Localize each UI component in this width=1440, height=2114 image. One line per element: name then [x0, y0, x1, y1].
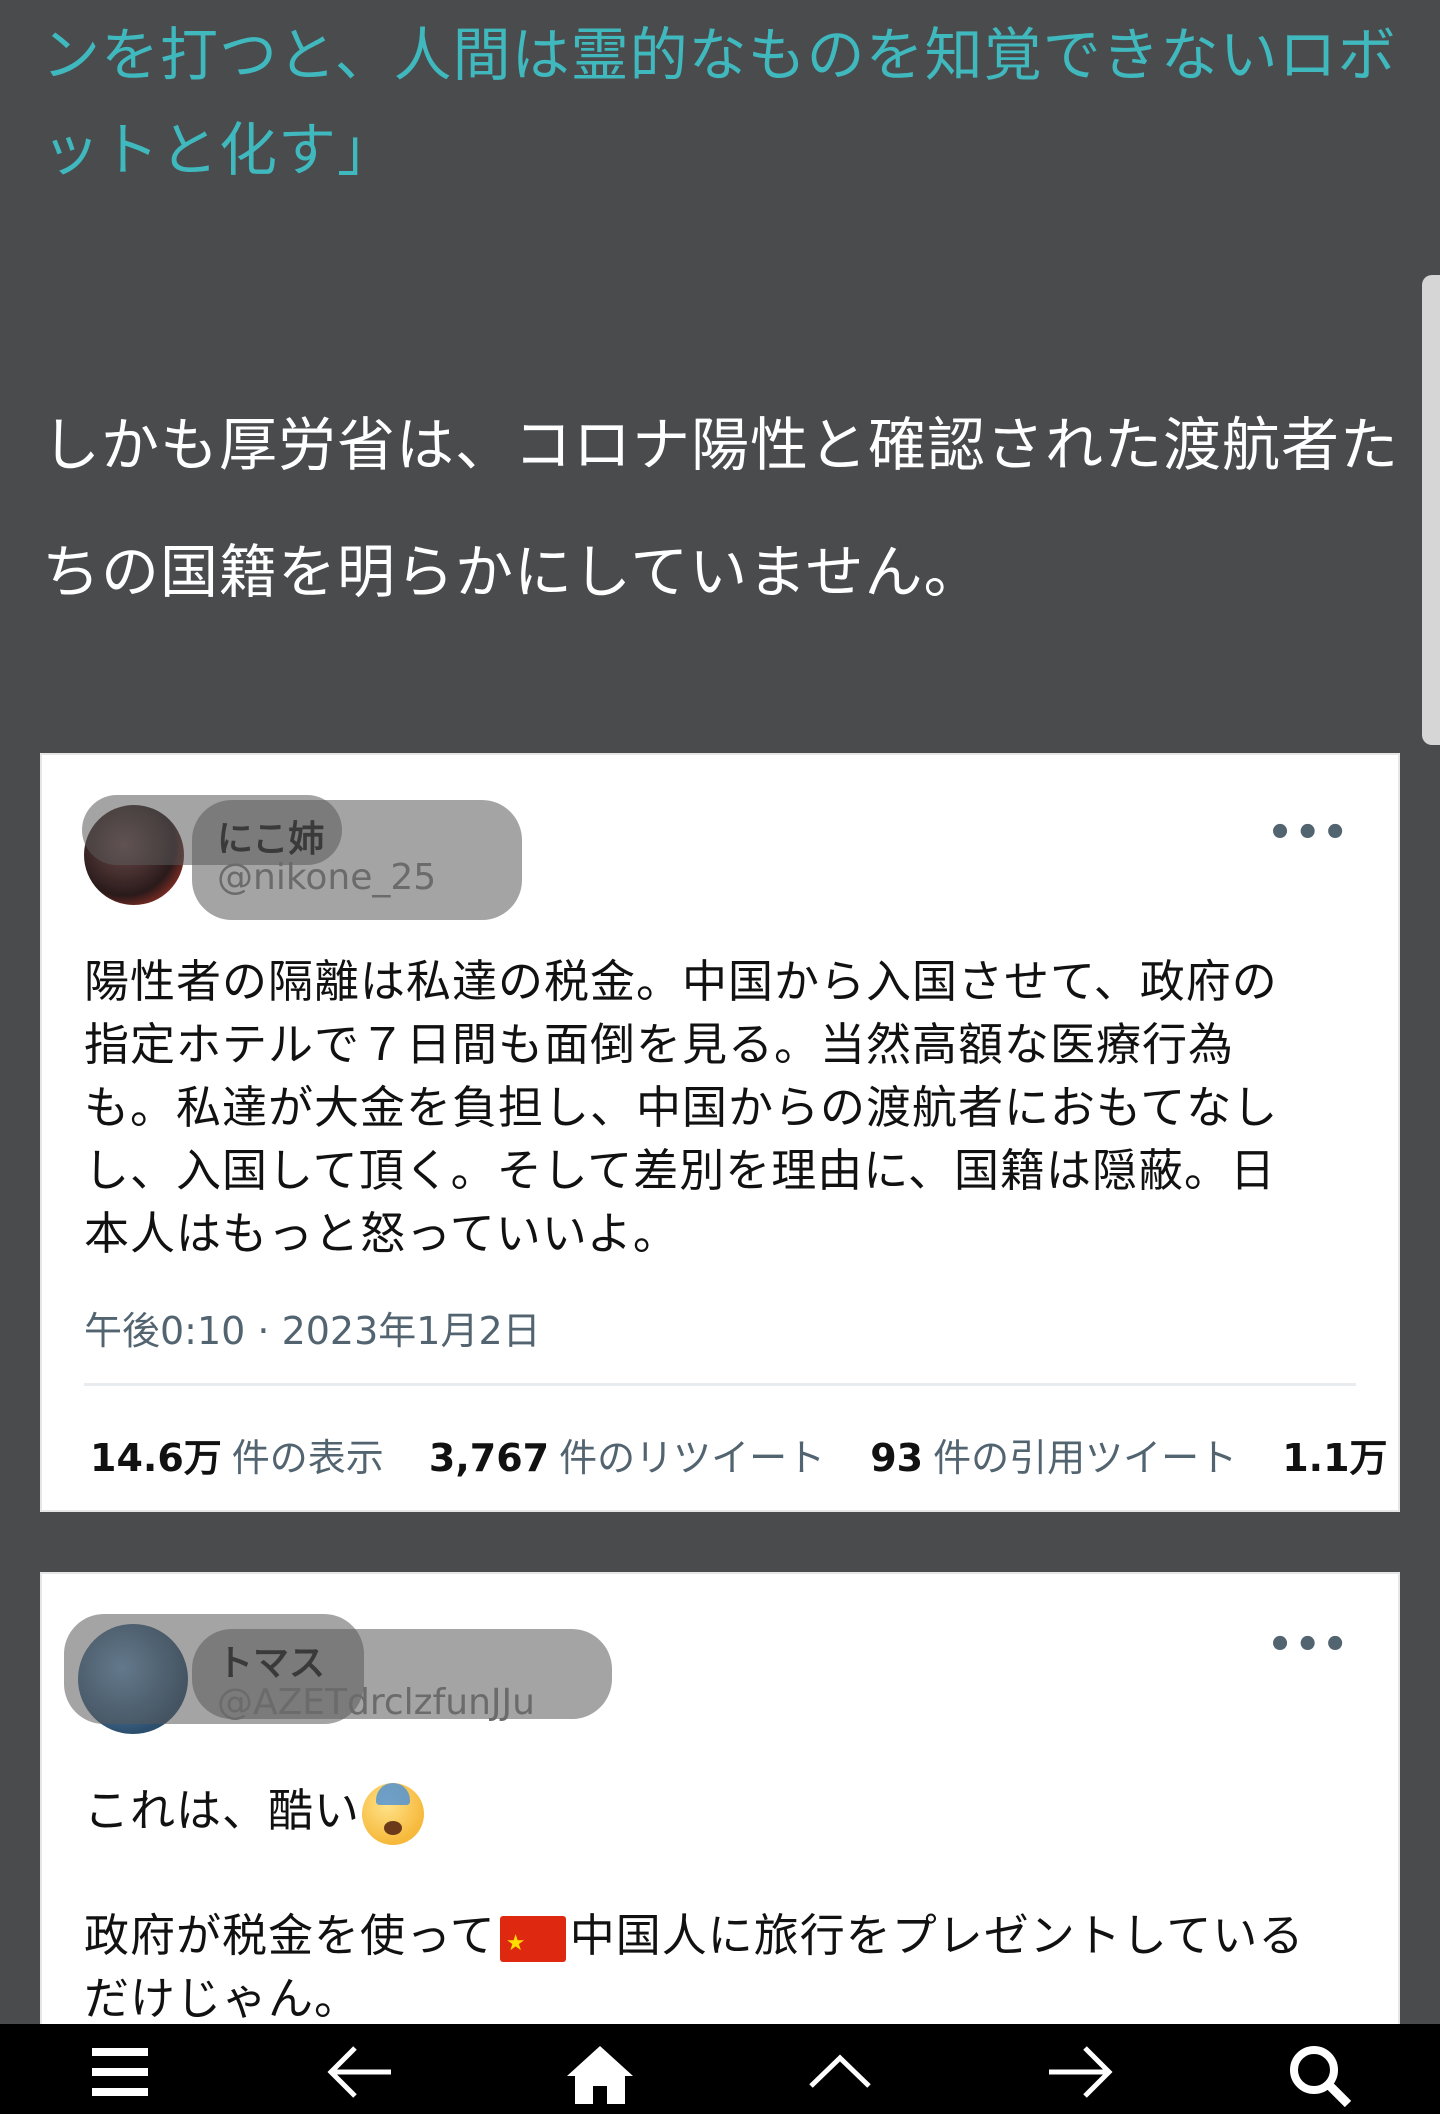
user-name[interactable]: トマス: [217, 1634, 325, 1686]
scroll-top-icon: [809, 2054, 871, 2088]
tweet-text-segment: 中国人に旅行をプレゼントしている: [569, 1909, 1305, 1962]
user-name[interactable]: にこ姉: [217, 810, 324, 862]
quote-line-1: ンを打つと、人間は霊的なものを知覚できないロボ: [42, 21, 1397, 89]
tweet-text-line: も。私達が大金を負担し、中国からの渡航者におもてなし: [84, 1081, 1279, 1134]
tweet-text-line: 指定ホテルで７日間も面倒を見る。当然高額な医療行為: [84, 1018, 1235, 1071]
search-button[interactable]: [1260, 2024, 1380, 2114]
menu-icon: [92, 2048, 148, 2096]
tweet-text-line: これは、酷い: [84, 1779, 425, 1845]
tweet-text-line: 本人はもっと怒っていいよ。: [84, 1207, 679, 1260]
retweets-stat[interactable]: 3,767 件のリツイート: [429, 1427, 825, 1482]
embedded-tweet[interactable]: にこ姉 @nikone_25 ••• 陽性者の隔離は私達の税金。中国から入国させ…: [40, 753, 1400, 1512]
search-icon: [1290, 2046, 1352, 2108]
divider: [84, 1383, 1356, 1386]
views-stat[interactable]: 14.6万 件の表示: [90, 1427, 384, 1482]
tweet-text-segment: 政府が税金を使って: [84, 1909, 496, 1962]
home-icon: [567, 2046, 633, 2104]
forward-arrow-icon: [1049, 2046, 1113, 2098]
bottom-navigation-bar: [0, 2024, 1440, 2114]
quote-line-2: ットと化す」: [42, 116, 397, 184]
home-button[interactable]: [540, 2024, 660, 2114]
quote-tweets-stat[interactable]: 93 件の引用ツイート: [870, 1427, 1237, 1482]
scrollbar[interactable]: [1422, 275, 1440, 745]
tweet-text-line: し、入国して頂く。そして差別を理由に、国籍は隠蔽。日: [84, 1144, 1276, 1197]
tweet-text-line: 政府が税金を使って 中国人に旅行をプレゼントしている: [84, 1904, 1305, 1975]
tweet-text-line: だけじゃん。: [84, 1972, 361, 2025]
back-arrow-icon: [327, 2046, 391, 2098]
body-line-2: ちの国籍を明らかにしていません。: [42, 538, 983, 606]
body-line-1: しかも厚労省は、コロナ陽性と確認された渡航者た: [42, 411, 1400, 479]
more-options-icon[interactable]: •••: [1267, 1622, 1350, 1668]
likes-stat[interactable]: 1.1万件: [1282, 1427, 1390, 1482]
user-handle[interactable]: @nikone_25: [217, 857, 436, 898]
scroll-top-button[interactable]: [780, 2024, 900, 2114]
user-handle[interactable]: @AZETdrclzfunJJu: [217, 1682, 535, 1723]
more-options-icon[interactable]: •••: [1267, 810, 1350, 856]
tweet-timestamp[interactable]: 午後0:10 · 2023年1月2日: [84, 1300, 541, 1355]
china-flag-icon: [499, 1912, 566, 1975]
tweet-text-line: 陽性者の隔離は私達の税金。中国から入国させて、政府の: [84, 955, 1278, 1008]
menu-button[interactable]: [60, 2024, 180, 2114]
back-button[interactable]: [300, 2024, 420, 2114]
anxious-face-emoji-icon: [362, 1783, 425, 1845]
tweet-stats: 14.6万件の表示 3,767件のリツイート 93件の引用ツイート 1.1万件: [90, 1427, 1390, 1487]
tweet-text-segment: これは、酷い: [84, 1784, 361, 1837]
forward-button[interactable]: [1020, 2024, 1140, 2114]
